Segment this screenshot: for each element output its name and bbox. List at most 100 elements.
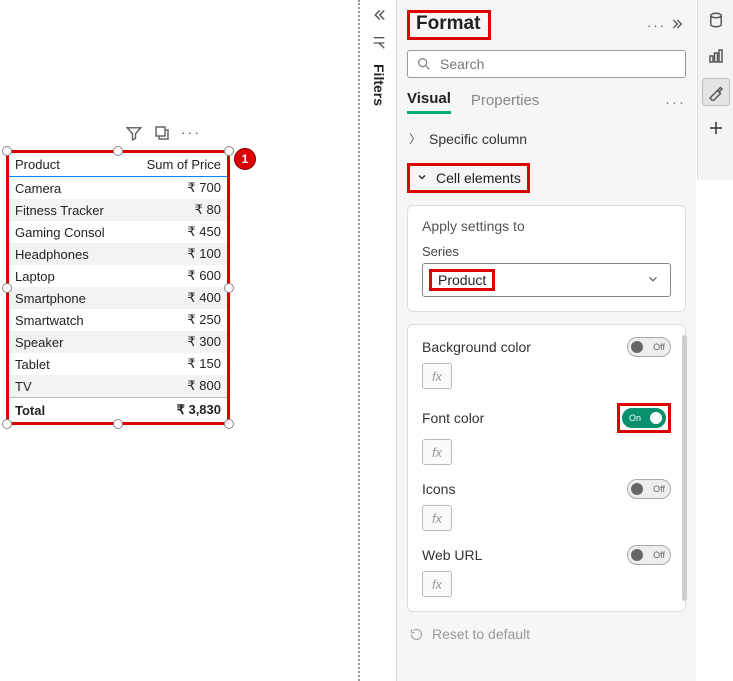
table-row[interactable]: Smartwatch₹ 250	[9, 309, 227, 331]
cell-price: ₹ 150	[127, 353, 227, 375]
tabs-more-icon[interactable]: ···	[665, 94, 686, 111]
callout-1: 1	[234, 148, 256, 170]
resize-handle[interactable]	[224, 146, 234, 156]
column-header-price[interactable]: Sum of Price	[127, 153, 227, 177]
cell-price: ₹ 300	[127, 331, 227, 353]
cell-elements-card: Background color Off fx Font color On fx…	[407, 324, 686, 612]
filters-rail-icon	[371, 35, 387, 54]
apply-settings-title: Apply settings to	[422, 218, 671, 234]
table-row[interactable]: TV₹ 800	[9, 375, 227, 398]
table-row[interactable]: Gaming Consol₹ 450	[9, 221, 227, 243]
pane-title: Format	[407, 10, 491, 40]
data-table: Product Sum of Price Camera₹ 700Fitness …	[9, 153, 227, 422]
icons-toggle[interactable]: Off	[627, 479, 671, 499]
report-canvas: ··· Product Sum of Price Camera₹ 700Fitn…	[0, 0, 360, 681]
search-placeholder: Search	[440, 56, 484, 72]
total-label: Total	[9, 398, 127, 423]
icons-label: Icons	[422, 481, 455, 497]
visual-toolbar: ···	[125, 124, 201, 145]
search-icon	[416, 56, 432, 72]
specific-column-label: Specific column	[429, 131, 527, 147]
more-options-icon[interactable]: ···	[181, 124, 201, 145]
resize-handle[interactable]	[2, 283, 12, 293]
table-row[interactable]: Laptop₹ 600	[9, 265, 227, 287]
table-visual[interactable]: Product Sum of Price Camera₹ 700Fitness …	[6, 150, 230, 425]
cell-product: Smartwatch	[9, 309, 127, 331]
cell-price: ₹ 400	[127, 287, 227, 309]
background-color-label: Background color	[422, 339, 531, 355]
scrollbar[interactable]	[682, 335, 687, 601]
collapse-left-icon[interactable]	[370, 6, 388, 27]
section-specific-column[interactable]: 〉 Specific column	[407, 124, 686, 153]
font-color-toggle[interactable]: On	[622, 408, 666, 428]
table-row[interactable]: Speaker₹ 300	[9, 331, 227, 353]
cell-elements-label: Cell elements	[436, 170, 521, 186]
cell-price: ₹ 450	[127, 221, 227, 243]
cell-price: ₹ 800	[127, 375, 227, 398]
cell-price: ₹ 250	[127, 309, 227, 331]
font-color-toggle-highlight: On	[617, 403, 671, 433]
format-tabs: Visual Properties ···	[407, 90, 686, 114]
cell-product: Fitness Tracker	[9, 199, 127, 221]
web-url-toggle[interactable]: Off	[627, 545, 671, 565]
resize-handle[interactable]	[224, 283, 234, 293]
background-color-fx-button[interactable]: fx	[422, 363, 452, 389]
focus-mode-icon[interactable]	[153, 124, 171, 145]
total-value: ₹ 3,830	[127, 398, 227, 423]
search-input[interactable]: Search	[407, 50, 686, 78]
format-visual-icon[interactable]	[702, 78, 730, 106]
chevron-down-icon	[416, 170, 428, 186]
web-url-label: Web URL	[422, 547, 482, 563]
background-color-toggle[interactable]: Off	[627, 337, 671, 357]
table-row[interactable]: Smartphone₹ 400	[9, 287, 227, 309]
pane-header-actions: ···	[647, 16, 686, 35]
tab-properties[interactable]: Properties	[471, 92, 539, 113]
table-row[interactable]: Tablet₹ 150	[9, 353, 227, 375]
filters-label: Filters	[371, 64, 387, 106]
reset-icon	[409, 627, 424, 642]
pane-more-icon[interactable]: ···	[647, 18, 666, 33]
cell-product: Smartphone	[9, 287, 127, 309]
section-cell-elements[interactable]: Cell elements	[407, 163, 530, 193]
series-select[interactable]: Product	[422, 263, 671, 297]
reset-to-default[interactable]: Reset to default	[407, 612, 686, 648]
expand-right-icon[interactable]	[670, 16, 686, 35]
series-label: Series	[422, 244, 671, 259]
table-row[interactable]: Fitness Tracker₹ 80	[9, 199, 227, 221]
resize-handle[interactable]	[113, 419, 123, 429]
cell-price: ₹ 700	[127, 177, 227, 200]
cell-price: ₹ 600	[127, 265, 227, 287]
filters-pane-collapsed[interactable]: Filters	[366, 6, 392, 106]
cell-price: ₹ 100	[127, 243, 227, 265]
tab-visual[interactable]: Visual	[407, 90, 451, 114]
font-color-fx-button[interactable]: fx	[422, 439, 452, 465]
build-visual-icon[interactable]	[702, 42, 730, 70]
chevron-down-icon	[646, 272, 660, 289]
resize-handle[interactable]	[224, 419, 234, 429]
table-row[interactable]: Camera₹ 700	[9, 177, 227, 200]
column-header-product[interactable]: Product	[9, 153, 127, 177]
cell-price: ₹ 80	[127, 199, 227, 221]
reset-label: Reset to default	[432, 626, 530, 642]
visualizations-rail	[697, 0, 733, 180]
table-row[interactable]: Headphones₹ 100	[9, 243, 227, 265]
format-pane: Format ··· Search Visual Properties ··· …	[396, 0, 696, 681]
cell-product: TV	[9, 375, 127, 398]
data-pane-icon[interactable]	[702, 6, 730, 34]
add-visual-icon[interactable]	[702, 114, 730, 142]
cell-product: Tablet	[9, 353, 127, 375]
cell-product: Camera	[9, 177, 127, 200]
resize-handle[interactable]	[2, 419, 12, 429]
cell-product: Laptop	[9, 265, 127, 287]
resize-handle[interactable]	[113, 146, 123, 156]
series-value: Product	[429, 269, 495, 291]
font-color-label: Font color	[422, 410, 484, 426]
cell-product: Gaming Consol	[9, 221, 127, 243]
pane-header: Format ···	[407, 8, 686, 42]
web-url-fx-button[interactable]: fx	[422, 571, 452, 597]
icons-fx-button[interactable]: fx	[422, 505, 452, 531]
cell-product: Headphones	[9, 243, 127, 265]
filter-icon[interactable]	[125, 124, 143, 145]
table-header-row: Product Sum of Price	[9, 153, 227, 177]
resize-handle[interactable]	[2, 146, 12, 156]
